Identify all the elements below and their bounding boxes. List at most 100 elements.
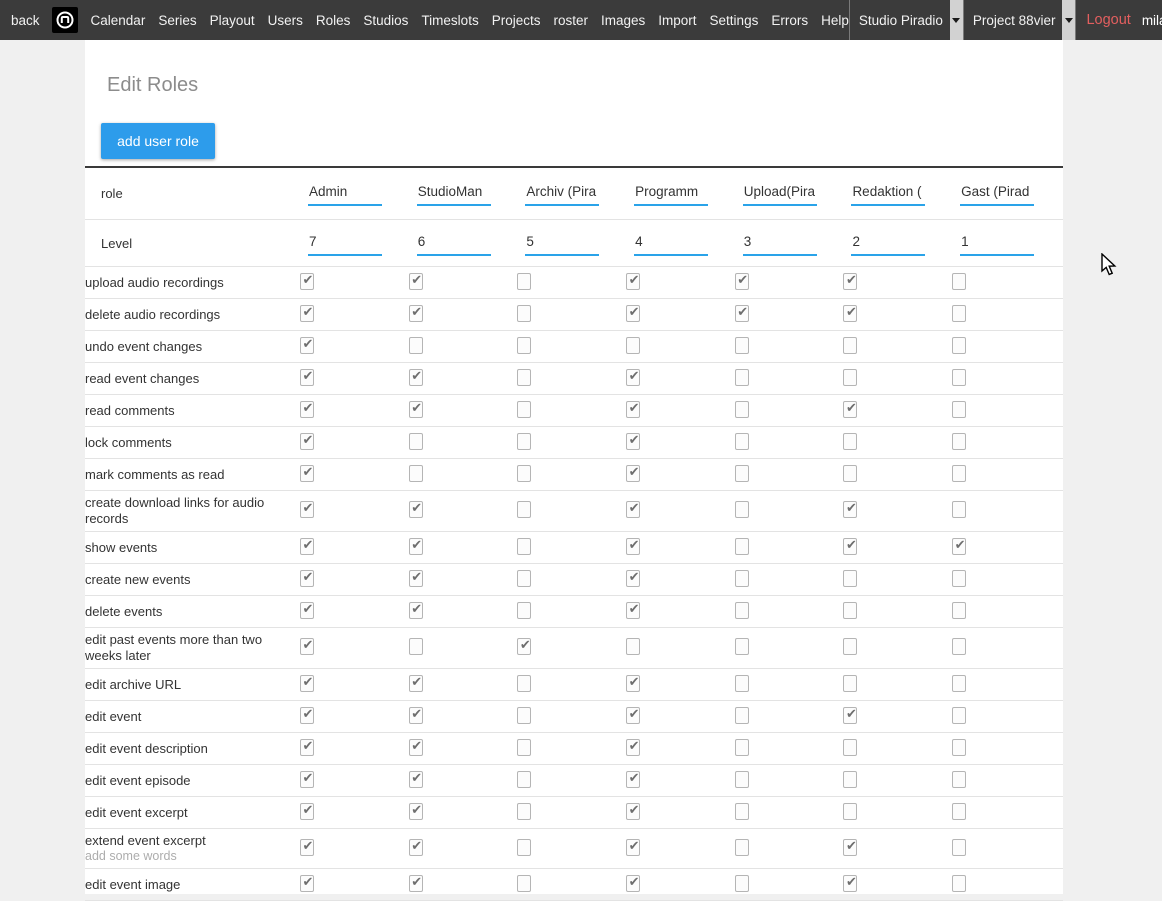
permission-checkbox[interactable] — [517, 875, 531, 892]
permission-checkbox[interactable] — [626, 839, 640, 856]
permission-checkbox[interactable] — [735, 803, 749, 820]
permission-checkbox[interactable] — [517, 707, 531, 724]
nav-item-settings[interactable]: Settings — [710, 13, 759, 28]
chevron-down-icon[interactable] — [1062, 0, 1075, 40]
permission-checkbox[interactable] — [409, 602, 423, 619]
permission-checkbox[interactable] — [952, 739, 966, 756]
permission-checkbox[interactable] — [300, 875, 314, 892]
permission-checkbox[interactable] — [517, 501, 531, 518]
permission-checkbox[interactable] — [735, 401, 749, 418]
role-level-input-1[interactable] — [308, 231, 382, 256]
studio-select[interactable]: Studio Piradio — [850, 0, 963, 40]
permission-checkbox[interactable] — [843, 337, 857, 354]
permission-checkbox[interactable] — [517, 570, 531, 587]
nav-item-playout[interactable]: Playout — [210, 13, 255, 28]
role-name-input-2[interactable] — [417, 181, 491, 206]
permission-checkbox[interactable] — [735, 602, 749, 619]
role-name-input-5[interactable] — [743, 181, 817, 206]
permission-checkbox[interactable] — [952, 875, 966, 892]
role-name-input-4[interactable] — [634, 181, 708, 206]
permission-checkbox[interactable] — [952, 675, 966, 692]
permission-checkbox[interactable] — [843, 739, 857, 756]
permission-checkbox[interactable] — [517, 638, 531, 655]
permission-checkbox[interactable] — [626, 433, 640, 450]
permission-checkbox[interactable] — [626, 739, 640, 756]
permission-checkbox[interactable] — [735, 707, 749, 724]
nav-item-errors[interactable]: Errors — [771, 13, 808, 28]
permission-checkbox[interactable] — [517, 839, 531, 856]
permission-checkbox[interactable] — [626, 875, 640, 892]
permission-checkbox[interactable] — [735, 538, 749, 555]
permission-checkbox[interactable] — [735, 465, 749, 482]
permission-checkbox[interactable] — [843, 433, 857, 450]
role-name-input-7[interactable] — [960, 181, 1034, 206]
permission-checkbox[interactable] — [626, 675, 640, 692]
permission-checkbox[interactable] — [952, 305, 966, 322]
permission-checkbox[interactable] — [409, 305, 423, 322]
permission-checkbox[interactable] — [517, 739, 531, 756]
permission-checkbox[interactable] — [843, 675, 857, 692]
permission-checkbox[interactable] — [300, 433, 314, 450]
permission-checkbox[interactable] — [952, 803, 966, 820]
permission-checkbox[interactable] — [952, 570, 966, 587]
permission-checkbox[interactable] — [843, 369, 857, 386]
permission-checkbox[interactable] — [517, 675, 531, 692]
nav-item-roles[interactable]: Roles — [316, 13, 351, 28]
permission-checkbox[interactable] — [626, 707, 640, 724]
nav-item-studios[interactable]: Studios — [363, 13, 408, 28]
permission-checkbox[interactable] — [626, 273, 640, 290]
permission-checkbox[interactable] — [626, 803, 640, 820]
permission-checkbox[interactable] — [409, 465, 423, 482]
permission-checkbox[interactable] — [626, 570, 640, 587]
chevron-down-icon[interactable] — [950, 0, 963, 40]
permission-checkbox[interactable] — [517, 305, 531, 322]
permission-checkbox[interactable] — [517, 273, 531, 290]
permission-checkbox[interactable] — [300, 707, 314, 724]
role-name-input-1[interactable] — [308, 181, 382, 206]
permission-checkbox[interactable] — [517, 369, 531, 386]
role-level-input-3[interactable] — [525, 231, 599, 256]
permission-checkbox[interactable] — [300, 638, 314, 655]
permission-checkbox[interactable] — [626, 465, 640, 482]
permission-checkbox[interactable] — [952, 401, 966, 418]
nav-item-calendar[interactable]: Calendar — [91, 13, 146, 28]
permission-checkbox[interactable] — [735, 739, 749, 756]
permission-checkbox[interactable] — [517, 803, 531, 820]
role-level-input-4[interactable] — [634, 231, 708, 256]
permission-checkbox[interactable] — [626, 401, 640, 418]
permission-checkbox[interactable] — [409, 538, 423, 555]
permission-checkbox[interactable] — [843, 602, 857, 619]
permission-checkbox[interactable] — [843, 273, 857, 290]
permission-checkbox[interactable] — [517, 538, 531, 555]
role-level-input-2[interactable] — [417, 231, 491, 256]
permission-checkbox[interactable] — [300, 570, 314, 587]
permission-checkbox[interactable] — [517, 602, 531, 619]
permission-checkbox[interactable] — [409, 839, 423, 856]
nav-item-projects[interactable]: Projects — [492, 13, 541, 28]
permission-checkbox[interactable] — [843, 875, 857, 892]
permission-checkbox[interactable] — [409, 875, 423, 892]
role-level-input-6[interactable] — [851, 231, 925, 256]
permission-checkbox[interactable] — [843, 305, 857, 322]
permission-checkbox[interactable] — [517, 465, 531, 482]
permission-checkbox[interactable] — [409, 675, 423, 692]
permission-checkbox[interactable] — [735, 839, 749, 856]
permission-checkbox[interactable] — [409, 707, 423, 724]
logout-link[interactable]: Logout — [1086, 12, 1130, 28]
permission-checkbox[interactable] — [300, 803, 314, 820]
permission-checkbox[interactable] — [409, 803, 423, 820]
permission-checkbox[interactable] — [843, 401, 857, 418]
permission-checkbox[interactable] — [409, 433, 423, 450]
permission-checkbox[interactable] — [517, 337, 531, 354]
permission-checkbox[interactable] — [952, 602, 966, 619]
permission-checkbox[interactable] — [300, 369, 314, 386]
permission-checkbox[interactable] — [735, 369, 749, 386]
permission-checkbox[interactable] — [409, 638, 423, 655]
permission-checkbox[interactable] — [300, 305, 314, 322]
permission-checkbox[interactable] — [626, 501, 640, 518]
permission-checkbox[interactable] — [843, 638, 857, 655]
permission-checkbox[interactable] — [952, 273, 966, 290]
permission-checkbox[interactable] — [843, 839, 857, 856]
permission-checkbox[interactable] — [952, 433, 966, 450]
add-user-role-button[interactable]: add user role — [101, 123, 215, 159]
